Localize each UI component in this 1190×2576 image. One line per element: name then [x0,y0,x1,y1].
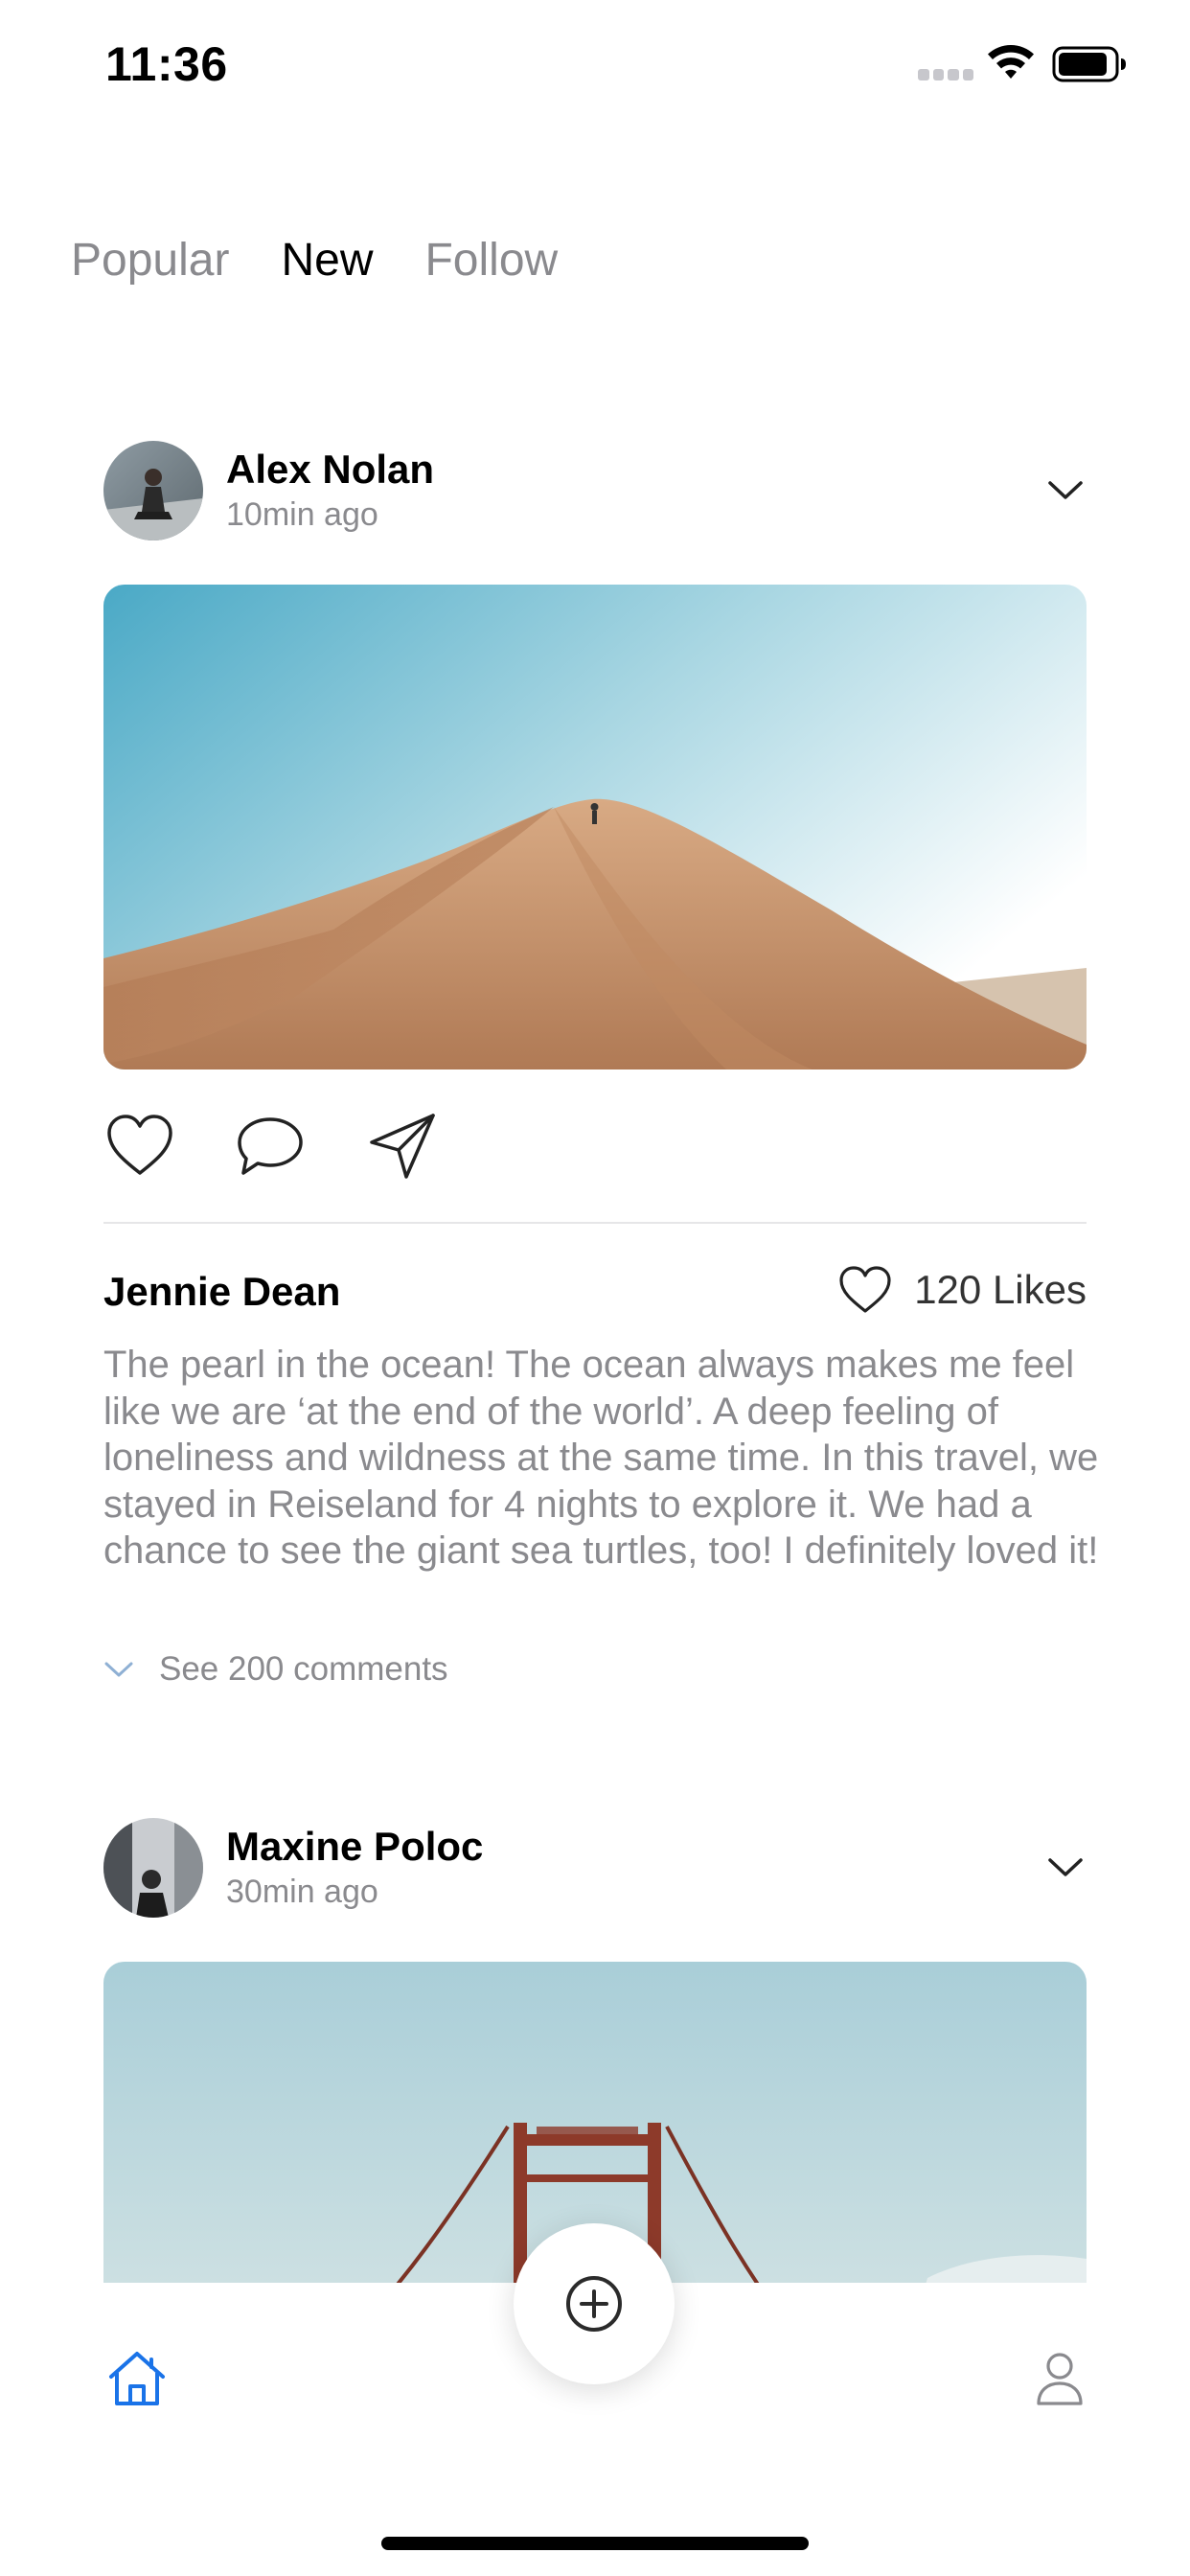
chevron-down-icon[interactable] [1044,1851,1087,1883]
status-bar: 11:36 [0,0,1190,134]
status-time: 11:36 [105,37,228,91]
avatar[interactable] [103,441,203,540]
post-timestamp: 10min ago [226,496,378,533]
tab-follow[interactable]: Follow [424,234,558,287]
commenter-name[interactable]: Jennie Dean [103,1269,340,1315]
likes-button[interactable]: 120 Likes [837,1261,1087,1319]
likes-count: 120 Likes [914,1267,1087,1312]
tab-new[interactable]: New [281,234,373,287]
divider [103,1222,1087,1224]
see-comments-link[interactable]: See 200 comments [103,1650,448,1689]
heart-icon [839,1266,891,1313]
battery-icon [1052,46,1126,82]
post-timestamp: 30min ago [226,1874,378,1910]
chevron-down-icon [104,1662,133,1677]
add-post-button[interactable] [514,2223,675,2384]
avatar[interactable] [103,1818,203,1918]
feed-tabs: Popular New Follow [71,234,558,287]
plus-circle-icon [566,2276,622,2332]
home-icon[interactable] [105,2348,169,2409]
post-header: Alex Nolan 10min ago [103,441,1087,544]
author-name[interactable]: Alex Nolan [226,447,434,493]
paper-plane-icon[interactable] [366,1110,439,1183]
feed-screen: 11:36 Popular New Follow Alex Nolan 10mi… [0,0,1190,2576]
cellular-signal-icon [918,69,973,80]
home-indicator[interactable] [381,2537,809,2550]
heart-icon[interactable] [103,1110,176,1183]
author-name[interactable]: Maxine Poloc [226,1824,483,1870]
desert-dune-photo [103,585,1087,1070]
tab-popular[interactable]: Popular [71,234,229,287]
post-image[interactable] [103,585,1087,1070]
post-caption: The pearl in the ocean! The ocean always… [103,1344,1099,1572]
person-icon[interactable] [1035,2350,1085,2407]
post-actions [103,1110,448,1186]
chat-bubble-icon[interactable] [234,1110,307,1183]
wifi-icon [988,44,1034,79]
chevron-down-icon[interactable] [1044,473,1087,506]
see-comments-label: See 200 comments [159,1650,448,1688]
post-header: Maxine Poloc 30min ago [103,1818,1087,1921]
